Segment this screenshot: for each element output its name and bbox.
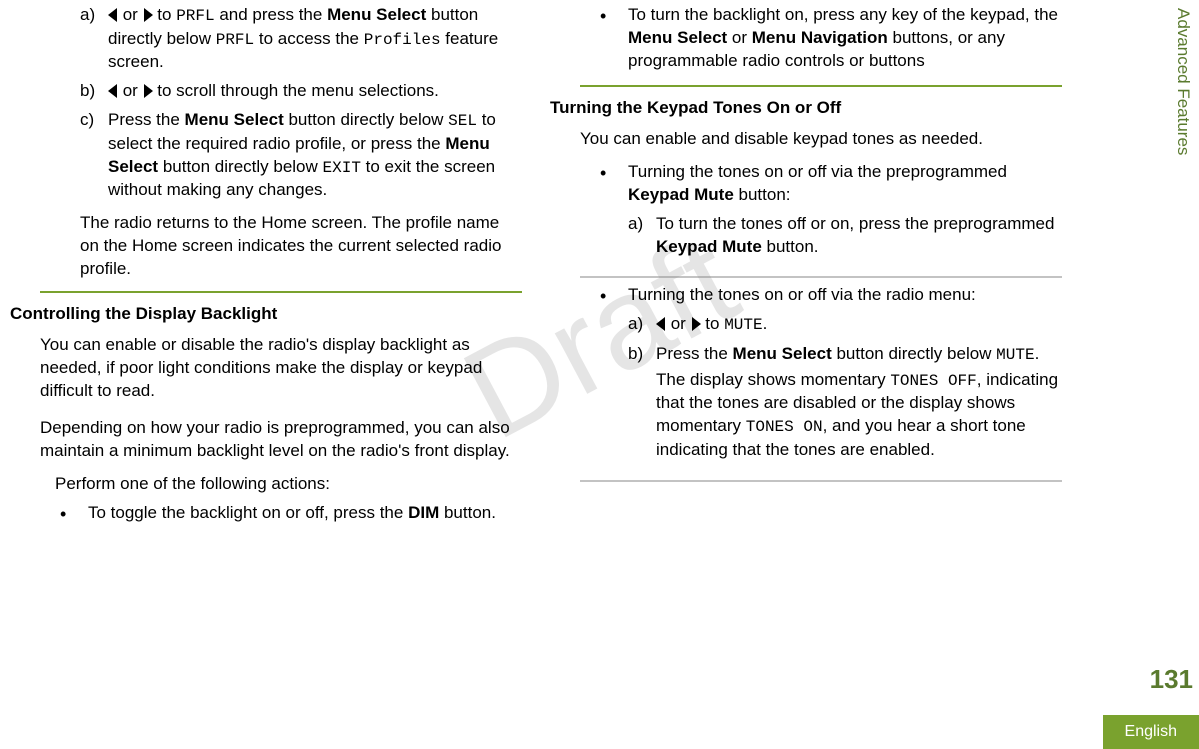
substep-a: or to MUTE. xyxy=(628,313,1062,343)
right-column: To turn the backlight on, press any key … xyxy=(540,4,1080,749)
text: button: xyxy=(734,185,791,204)
text: button directly below xyxy=(158,157,322,176)
backlight-actions: To toggle the backlight on or off, press… xyxy=(60,502,522,531)
text: To turn the tones off or on, press the p… xyxy=(656,214,1054,233)
substep-a: To turn the tones off or on, press the p… xyxy=(628,213,1062,265)
text: to access the xyxy=(254,29,364,48)
code: EXIT xyxy=(323,159,361,177)
text: or xyxy=(118,5,143,24)
profile-steps: or to PRFL and press the Menu Select but… xyxy=(80,4,522,208)
paragraph: Depending on how your radio is preprogra… xyxy=(40,417,522,463)
text: To turn the backlight on, press any key … xyxy=(628,5,1058,24)
left-arrow-icon xyxy=(108,84,117,98)
heading-backlight: Controlling the Display Backlight xyxy=(10,303,522,326)
text: or xyxy=(666,314,691,333)
text: Turning the tones on or off via the radi… xyxy=(628,285,976,304)
left-arrow-icon xyxy=(108,8,117,22)
step-c: Press the Menu Select button directly be… xyxy=(80,109,522,208)
paragraph: You can enable or disable the radio's di… xyxy=(40,334,522,403)
page: Draft or to PRFL and press the Menu Sele… xyxy=(0,0,1199,749)
text: Press the xyxy=(656,344,733,363)
bold: DIM xyxy=(408,503,439,522)
divider xyxy=(580,480,1062,482)
text: button. xyxy=(439,503,496,522)
text: button directly below xyxy=(832,344,996,363)
code: MUTE xyxy=(724,316,762,334)
text: button directly below xyxy=(284,110,448,129)
tones-method-1: Turning the tones on or off via the prep… xyxy=(600,161,1062,271)
text: button. xyxy=(762,237,819,256)
text: . xyxy=(763,314,768,333)
section-tab: Advanced Features xyxy=(1171,8,1194,155)
substep-b: Press the Menu Select button directly be… xyxy=(628,343,1062,468)
text: and press the xyxy=(215,5,327,24)
list-item: To turn the backlight on, press any key … xyxy=(600,4,1062,79)
divider xyxy=(580,85,1062,87)
language-tab: English xyxy=(1103,715,1199,749)
bold: Keypad Mute xyxy=(656,237,762,256)
text: . xyxy=(1035,344,1040,363)
left-column: or to PRFL and press the Menu Select but… xyxy=(0,4,540,749)
list-item: To toggle the backlight on or off, press… xyxy=(60,502,522,531)
step-a: or to PRFL and press the Menu Select but… xyxy=(80,4,522,80)
list-item: Turning the tones on or off via the prep… xyxy=(600,161,1062,271)
bold: Menu Navigation xyxy=(752,28,888,47)
right-arrow-icon xyxy=(144,84,153,98)
text: or xyxy=(727,28,752,47)
perform-intro: Perform one of the following actions: xyxy=(55,473,522,496)
bold: Menu Select xyxy=(733,344,832,363)
code: MUTE xyxy=(996,346,1034,364)
code: TONES ON xyxy=(746,418,823,436)
right-arrow-icon xyxy=(692,317,701,331)
right-arrow-icon xyxy=(144,8,153,22)
text: To toggle the backlight on or off, press… xyxy=(88,503,408,522)
code: PRFL xyxy=(176,7,214,25)
content-columns: or to PRFL and press the Menu Select but… xyxy=(0,0,1179,749)
text: to scroll through the menu selections. xyxy=(153,81,439,100)
backlight-actions-continued: To turn the backlight on, press any key … xyxy=(600,4,1062,79)
paragraph: You can enable and disable keypad tones … xyxy=(580,128,1062,151)
text: to xyxy=(701,314,725,333)
code: TONES OFF xyxy=(890,372,976,390)
result-text: The radio returns to the Home screen. Th… xyxy=(80,212,522,281)
left-arrow-icon xyxy=(656,317,665,331)
code: Profiles xyxy=(364,31,441,49)
heading-tones: Turning the Keypad Tones On or Off xyxy=(550,97,1062,120)
code: SEL xyxy=(448,112,477,130)
list-item: Turning the tones on or off via the radi… xyxy=(600,284,1062,473)
tones-method-2: Turning the tones on or off via the radi… xyxy=(600,284,1062,473)
code: PRFL xyxy=(216,31,254,49)
text: The display shows momentary xyxy=(656,370,890,389)
text: to xyxy=(153,5,177,24)
divider xyxy=(40,291,522,293)
text: or xyxy=(118,81,143,100)
text: Turning the tones on or off via the prep… xyxy=(628,162,1007,181)
bold: Menu Select xyxy=(327,5,426,24)
divider xyxy=(580,276,1062,278)
bold: Menu Select xyxy=(628,28,727,47)
page-number: 131 xyxy=(1150,662,1193,697)
bold: Menu Select xyxy=(185,110,284,129)
step-b: or to scroll through the menu selections… xyxy=(80,80,522,109)
bold: Keypad Mute xyxy=(628,185,734,204)
text: Press the xyxy=(108,110,185,129)
